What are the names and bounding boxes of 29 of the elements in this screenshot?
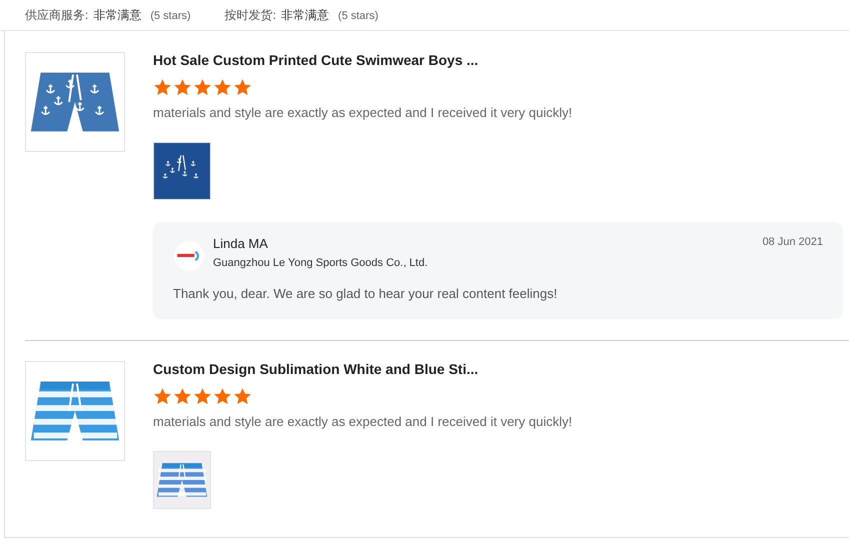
star-icon [173,78,192,97]
company-name: Guangzhou Le Yong Sports Goods Co., Ltd. [213,257,429,269]
star-icon [213,387,232,406]
star-icon [193,387,212,406]
star-icon [153,387,172,406]
rating-label: 按时发货: [224,7,276,24]
review-text: materials and style are exactly as expected and I received it very quickly! [153,414,574,429]
review-photo-thumbnail[interactable] [153,142,211,200]
product-title-link[interactable]: Hot Sale Custom Printed Cute Swimwear Boys ... [153,52,843,68]
rating-value: 非常满意 [281,7,330,24]
star-icon [233,78,252,97]
rating-note: (5 stars) [338,10,378,22]
star-icon [213,78,232,97]
shorts-photo [154,143,210,199]
star-icon [153,78,172,97]
star-icon [233,387,252,406]
rating-label: 供应商服务: [25,7,88,24]
rating-value: 非常满意 [93,7,142,24]
star-icon [173,387,192,406]
star-icon [193,78,212,97]
product-title-link[interactable]: Custom Design Sublimation White and Blue Sti... [153,361,843,377]
reply-text: Thank you, dear. We are so glad to hear your real content feelings! [173,286,558,301]
rating-note: (5 stars) [150,10,191,22]
replier-name: Linda MA [213,236,269,251]
review-photo-thumbnail[interactable] [153,451,211,509]
shorts-photo [154,452,210,508]
reply-date: 08 Jun 2021 [762,236,823,248]
company-logo-icon [173,240,205,272]
review-text: materials and style are exactly as expected and I received it very quickly! [153,105,574,120]
